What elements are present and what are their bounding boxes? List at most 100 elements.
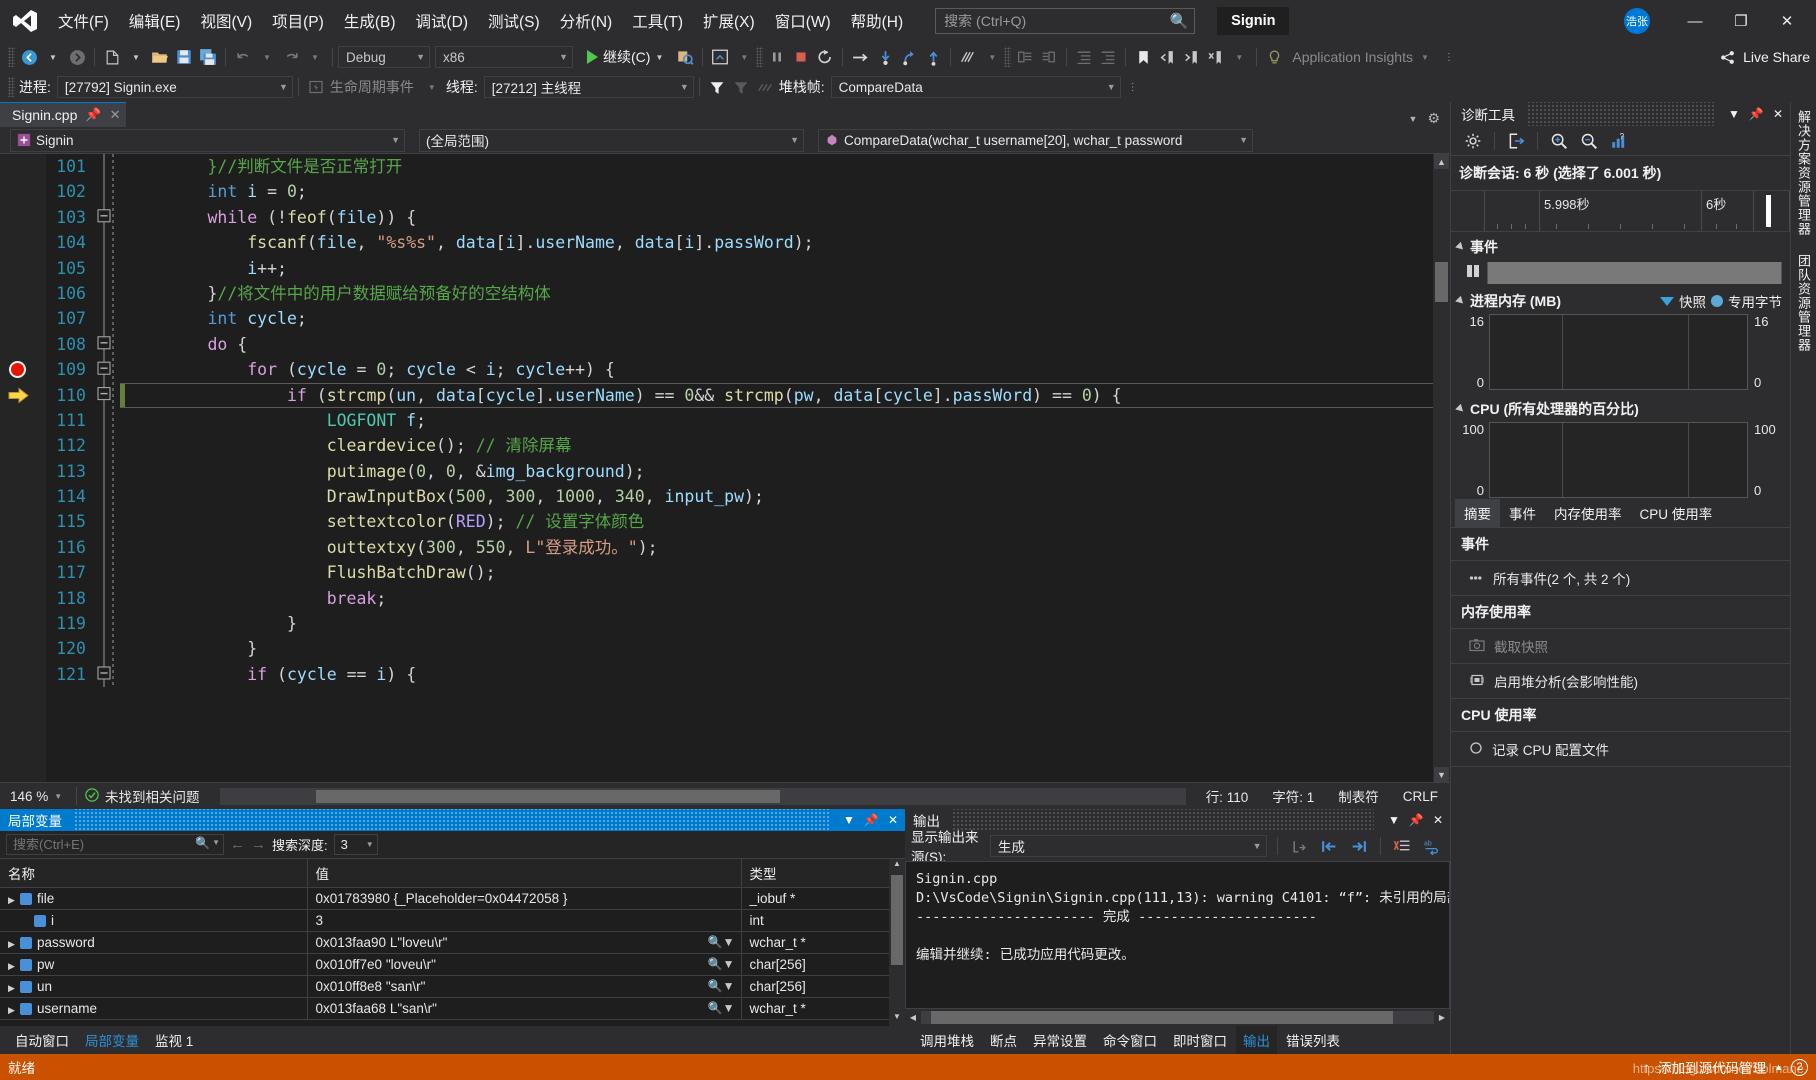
table-row[interactable]: i 3 int bbox=[0, 909, 905, 932]
word-wrap-icon[interactable]: ab bbox=[1420, 833, 1444, 859]
expander-icon[interactable]: ▶ bbox=[8, 961, 18, 972]
cell-value[interactable]: 0x010ff8e8 "san\r" 🔍▼ bbox=[307, 975, 742, 998]
undo-icon[interactable] bbox=[231, 44, 255, 70]
code-line[interactable]: settextcolor(RED); // 设置字体颜色 bbox=[128, 509, 1450, 534]
code-line[interactable]: fscanf(file, "%s%s", data[i].userName, d… bbox=[128, 230, 1450, 255]
code-line[interactable]: int i = 0; bbox=[128, 179, 1450, 204]
chevron-down-icon[interactable]: ▼ bbox=[1386, 813, 1402, 827]
avatar[interactable]: 浩张 bbox=[1624, 8, 1650, 34]
step-curve-icon[interactable] bbox=[897, 44, 921, 70]
insights-overflow-icon[interactable]: ⋮ bbox=[1437, 44, 1461, 70]
text-visualizer-icon[interactable]: 🔍▼ bbox=[708, 935, 735, 949]
notification-badge[interactable]: 2 bbox=[1791, 1058, 1808, 1076]
title-drag-dots[interactable] bbox=[952, 809, 1374, 831]
outdent-icon[interactable] bbox=[1096, 44, 1120, 70]
comment-block-icon[interactable] bbox=[1013, 44, 1037, 70]
pause-icon[interactable] bbox=[765, 44, 789, 70]
save-all-icon[interactable] bbox=[196, 44, 220, 70]
column-type[interactable]: 类型 bbox=[741, 859, 905, 888]
tab-signin-cpp[interactable]: Signin.cpp 📌 ✕ bbox=[0, 102, 127, 127]
table-row[interactable]: ▶ pw 0x010ff7e0 "loveu\r" 🔍▼ char[256] bbox=[0, 953, 905, 976]
editor-vertical-scrollbar[interactable]: ▲ ▼ bbox=[1433, 154, 1450, 782]
title-drag-dots[interactable] bbox=[74, 809, 829, 831]
code-line[interactable]: } bbox=[128, 636, 1450, 661]
redo-icon[interactable] bbox=[279, 44, 303, 70]
thread-combo[interactable]: [27212] 主线程 ▼ bbox=[483, 76, 694, 98]
code-line[interactable]: putimage(0, 0, &img_background); bbox=[128, 459, 1450, 484]
locals-grid-container[interactable]: 名称 值 类型 ▶ file 0x01783980 {_Placeholder=0x… bbox=[0, 859, 905, 1026]
toolbar-grip[interactable] bbox=[8, 47, 15, 67]
project-combo[interactable]: Signin ▼ bbox=[10, 128, 405, 152]
text-visualizer-icon[interactable]: 🔍▼ bbox=[708, 957, 735, 971]
find-next-icon[interactable] bbox=[1347, 833, 1371, 859]
flag-filter-dark-icon[interactable] bbox=[729, 74, 753, 100]
table-row[interactable]: ▶ un 0x010ff8e8 "san\r" 🔍▼ char[256] bbox=[0, 975, 905, 998]
menu-file[interactable]: 文件(F) bbox=[48, 5, 119, 37]
chevron-up-icon[interactable]: ▲ bbox=[1774, 1062, 1783, 1072]
code-line[interactable]: }//判断文件是否正常打开 bbox=[128, 154, 1450, 179]
restart-icon[interactable] bbox=[813, 44, 837, 70]
chevron-down-icon[interactable]: ▼ bbox=[212, 838, 220, 847]
code-line[interactable]: for (cycle = 0; cycle < i; cycle++) { bbox=[128, 357, 1450, 382]
scroll-thumb[interactable] bbox=[891, 875, 903, 965]
scope-combo[interactable]: (全局范围) ▼ bbox=[419, 128, 804, 152]
table-row[interactable]: ▶ file 0x01783980 {_Placeholder=0x04472058… bbox=[0, 887, 905, 910]
lifecycle-events-icon[interactable] bbox=[304, 74, 328, 100]
chevron-down-icon[interactable]: ▼ bbox=[1726, 107, 1742, 121]
expander-icon[interactable]: ▶ bbox=[8, 895, 18, 906]
chart-help-icon[interactable]: ? bbox=[1605, 129, 1633, 153]
summary-take-snapshot-row[interactable]: 截取快照 bbox=[1451, 629, 1790, 664]
diag-tab-memory-usage[interactable]: 内存使用率 bbox=[1545, 499, 1631, 527]
source-control-label[interactable]: 添加到源代码管理 bbox=[1658, 1057, 1766, 1077]
pin-icon[interactable]: 📌 bbox=[85, 107, 101, 123]
cell-value[interactable]: 0x013faa68 L"san\r" 🔍▼ bbox=[307, 997, 742, 1020]
expander-icon[interactable]: ▶ bbox=[8, 983, 18, 994]
code-line[interactable]: do { bbox=[128, 332, 1450, 357]
close-icon[interactable]: ✕ bbox=[110, 107, 121, 123]
export-icon[interactable] bbox=[1502, 129, 1530, 153]
close-icon[interactable]: ✕ bbox=[1770, 107, 1786, 121]
code-line[interactable]: cleardevice(); // 清除屏幕 bbox=[128, 433, 1450, 458]
chevron-down-icon[interactable]: ▼ bbox=[841, 813, 857, 827]
zoom-in-icon[interactable] bbox=[1545, 129, 1573, 153]
menu-debug[interactable]: 调试(D) bbox=[405, 5, 478, 37]
up-arrow-icon[interactable]: ↑ bbox=[1643, 1060, 1650, 1075]
menu-analyze[interactable]: 分析(N) bbox=[550, 5, 623, 37]
lightbulb-icon[interactable] bbox=[1262, 44, 1286, 70]
events-track[interactable] bbox=[1487, 262, 1782, 284]
code-line[interactable]: if (cycle == i) { bbox=[128, 662, 1450, 687]
timeline-cursor[interactable] bbox=[1766, 195, 1771, 227]
bookmark-icon[interactable] bbox=[1131, 44, 1155, 70]
title-drag-dots[interactable] bbox=[1527, 102, 1714, 126]
process-combo[interactable]: [27792] Signin.exe ▼ bbox=[56, 76, 293, 98]
tab-command-window[interactable]: 命令窗口 bbox=[1096, 1026, 1164, 1054]
diag-tab-events[interactable]: 事件 bbox=[1500, 499, 1545, 527]
show-all-windows-icon[interactable] bbox=[708, 44, 732, 70]
tab-watch-1[interactable]: 监视 1 bbox=[148, 1026, 200, 1054]
tab-breakpoints[interactable]: 断点 bbox=[983, 1026, 1024, 1054]
breakpoint-gutter[interactable] bbox=[0, 154, 46, 782]
expander-icon[interactable]: ▶ bbox=[8, 939, 18, 950]
close-icon[interactable]: ✕ bbox=[1764, 6, 1810, 36]
minimize-icon[interactable]: — bbox=[1672, 6, 1718, 36]
toolbar-grip[interactable] bbox=[756, 47, 764, 67]
cell-value[interactable]: 0x013faa90 L"loveu\r" 🔍▼ bbox=[307, 931, 742, 954]
cell-value[interactable]: 0x010ff7e0 "loveu\r" 🔍▼ bbox=[307, 953, 742, 976]
text-visualizer-icon[interactable]: 🔍▼ bbox=[708, 1001, 735, 1015]
close-icon[interactable]: ✕ bbox=[1430, 813, 1446, 827]
build-configuration-combo[interactable]: Debug ▼ bbox=[338, 46, 430, 68]
expander-icon[interactable]: ▶ bbox=[8, 1005, 18, 1016]
scroll-thumb[interactable] bbox=[1435, 262, 1448, 302]
clear-all-icon[interactable] bbox=[1390, 833, 1414, 859]
summary-record-cpu-row[interactable]: 记录 CPU 配置文件 bbox=[1451, 732, 1790, 767]
cpu-section-header[interactable]: CPU (所有处理器的百分比) bbox=[1451, 394, 1790, 422]
clear-bookmarks-icon[interactable] bbox=[1203, 44, 1227, 70]
stop-icon[interactable] bbox=[789, 44, 813, 70]
tab-exception-settings[interactable]: 异常设置 bbox=[1026, 1026, 1094, 1054]
column-value[interactable]: 值 bbox=[307, 859, 742, 888]
editor-horizontal-scrollbar[interactable] bbox=[219, 787, 1186, 805]
tab-autos[interactable]: 自动窗口 bbox=[8, 1026, 76, 1054]
step-over-icon[interactable] bbox=[848, 44, 873, 70]
bookmark-dropdown-icon[interactable]: ▼ bbox=[1227, 44, 1251, 70]
open-folder-icon[interactable] bbox=[148, 44, 172, 70]
